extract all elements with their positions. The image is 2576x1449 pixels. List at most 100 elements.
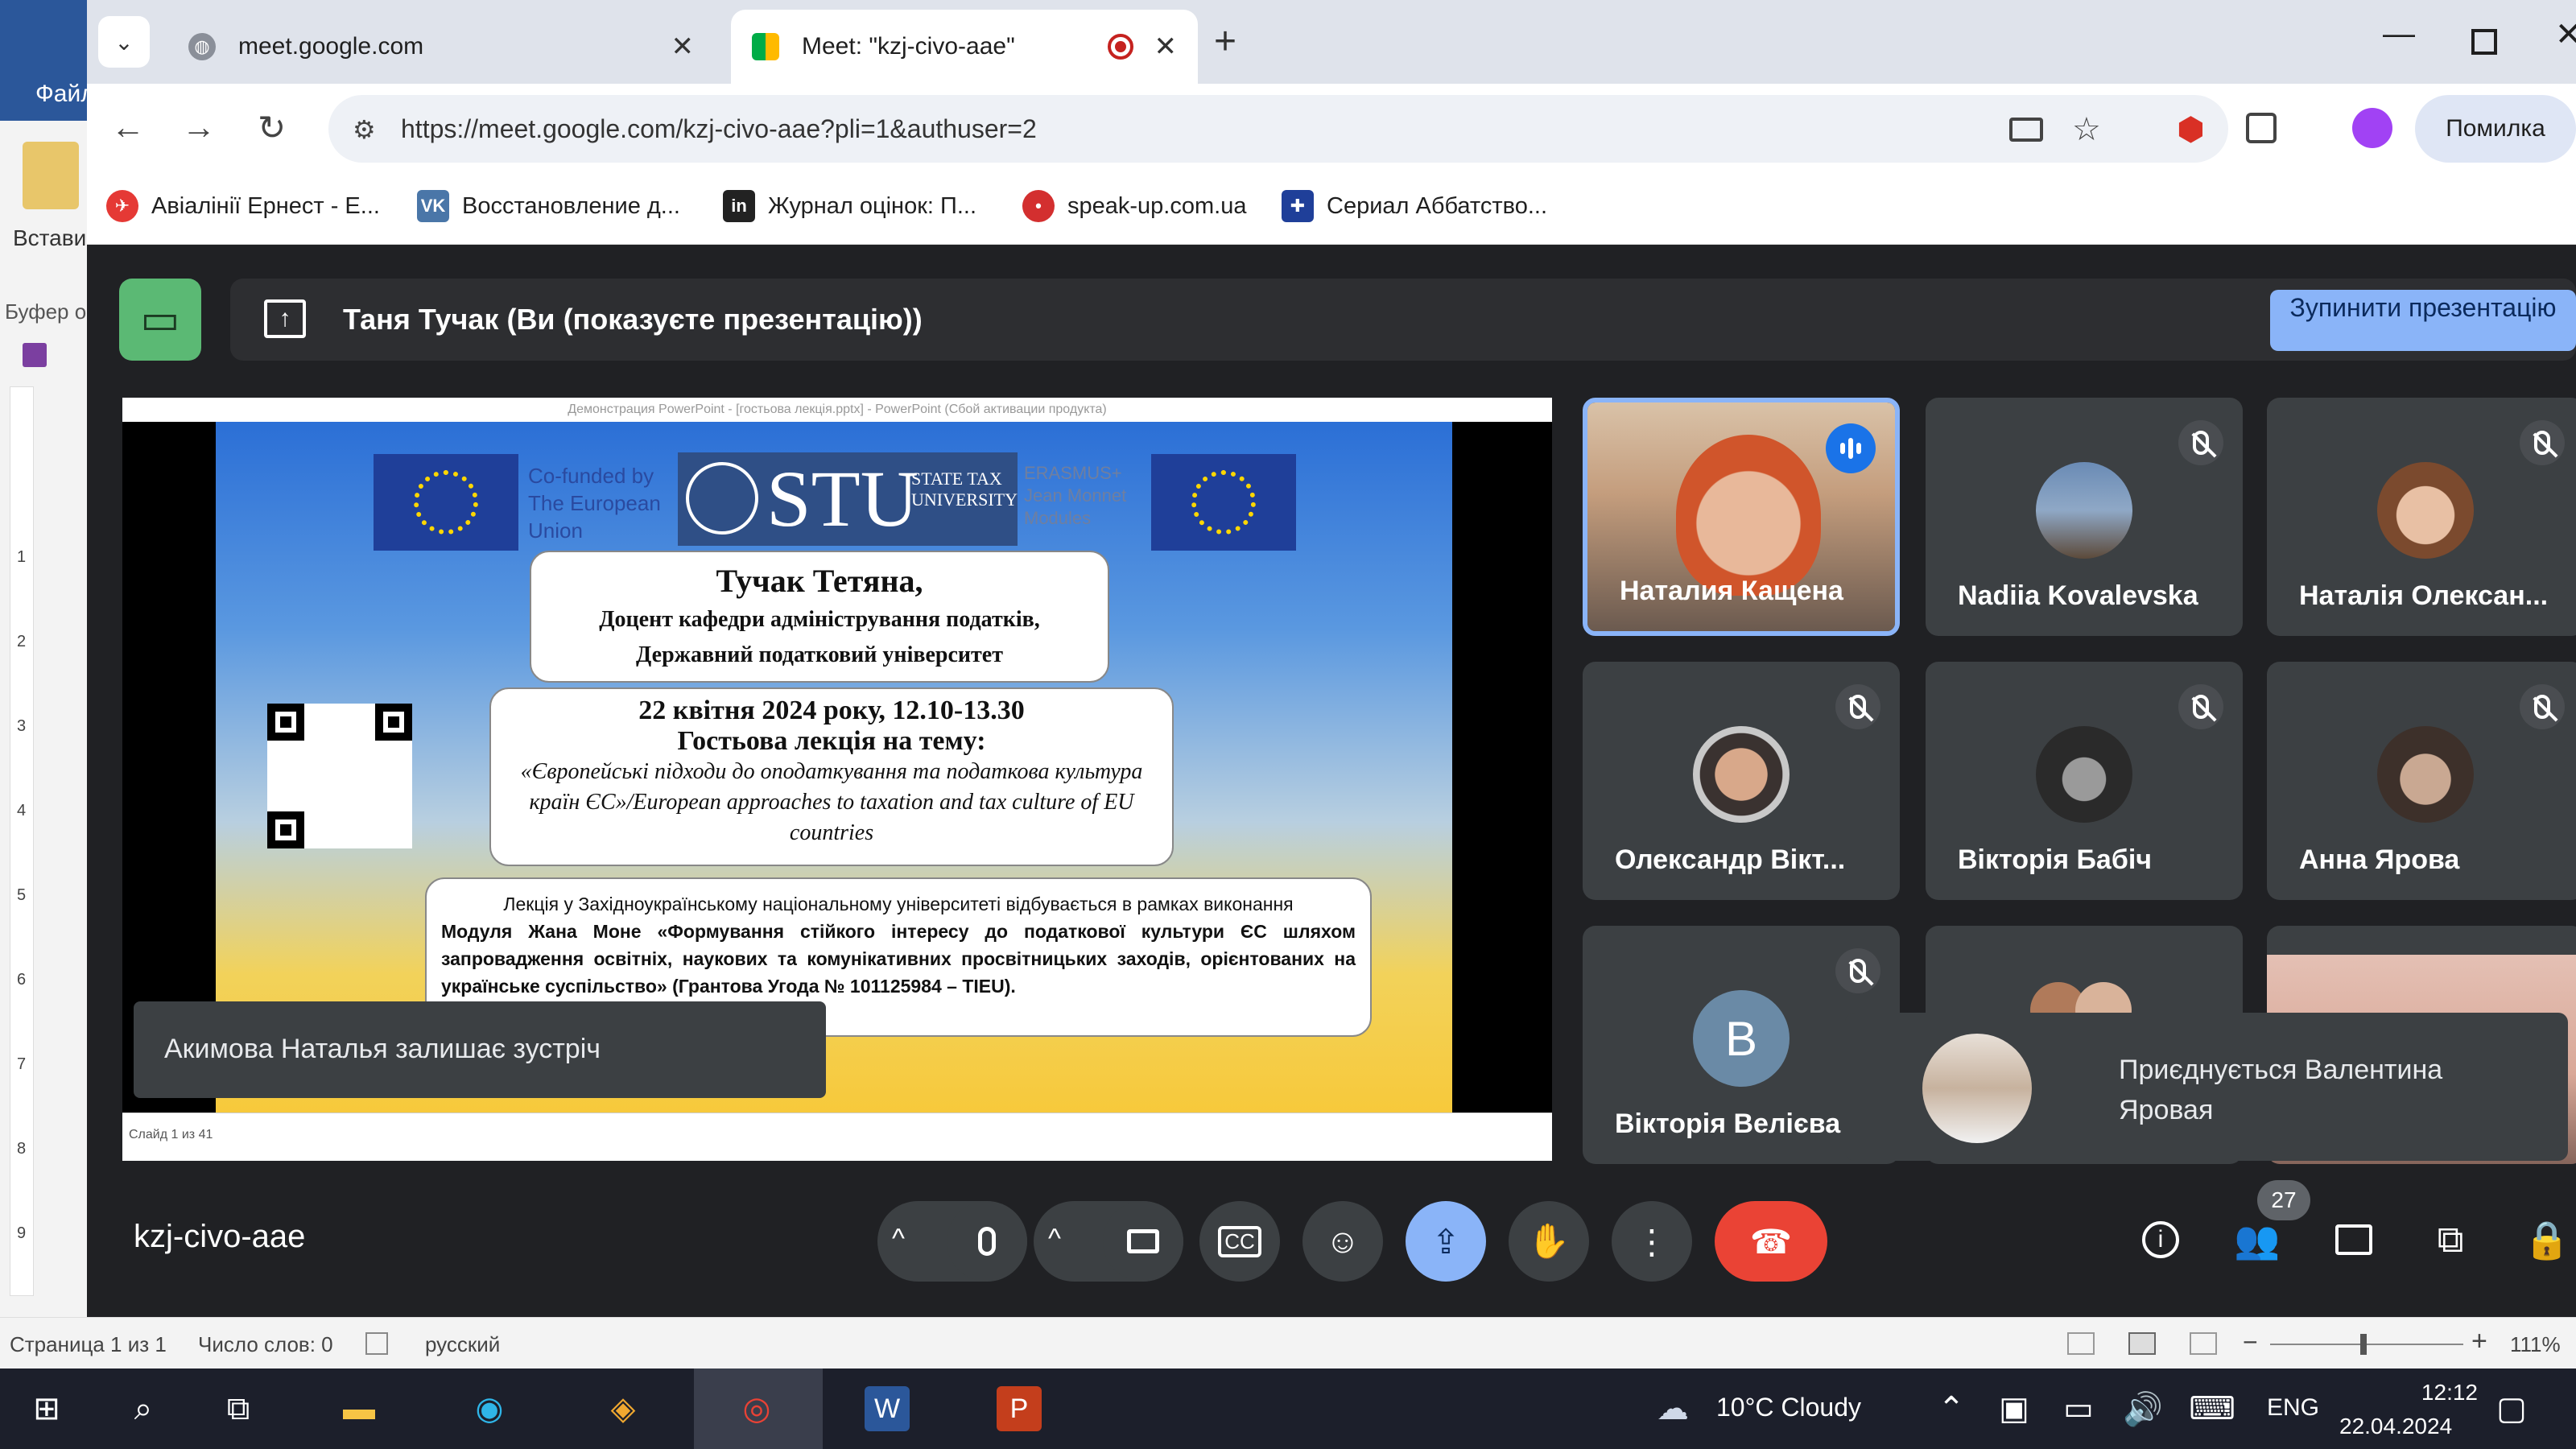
task-view-icon[interactable]: ⧉ [216, 1386, 261, 1431]
tab-meet-call[interactable]: Meet: "kzj-civo-aae" ✕ [731, 10, 1198, 84]
paste-label: Встави [13, 225, 87, 250]
avatar[interactable] [2352, 108, 2392, 148]
keyboard-icon[interactable]: ⌨ [2189, 1386, 2235, 1431]
language-indicator[interactable]: русский [425, 1332, 500, 1357]
end-call-button[interactable]: ☎ [1715, 1201, 1827, 1282]
powerpoint-icon[interactable]: P [997, 1386, 1042, 1431]
chevron-up-icon[interactable]: ^ [892, 1224, 905, 1255]
meeting-info-button[interactable]: i [2128, 1208, 2193, 1272]
camera-button[interactable] [1103, 1201, 1183, 1282]
join-notification-text: Приєднується Валентина Яровая [2119, 1055, 2443, 1125]
meet-tray-icon[interactable]: ▣ [1992, 1386, 2037, 1431]
ruler-number: 6 [17, 971, 27, 989]
word-file-menu[interactable]: Файл [35, 80, 95, 108]
notifications-icon[interactable]: ▢ [2489, 1386, 2534, 1431]
microphone-button[interactable] [947, 1201, 1027, 1282]
paste-icon[interactable] [23, 142, 79, 209]
present-button[interactable]: ⇪ [1406, 1201, 1486, 1282]
edge-icon[interactable]: ◉ [467, 1386, 512, 1431]
tab-search-button[interactable]: ⌄ [98, 16, 150, 68]
extensions-icon[interactable] [2246, 113, 2277, 143]
zoom-slider-thumb[interactable] [2360, 1334, 2367, 1355]
raise-hand-button[interactable]: ✋ [1509, 1201, 1589, 1282]
web-layout-icon[interactable] [2190, 1332, 2217, 1355]
ruler-number: 7 [17, 1055, 27, 1073]
ruler-number: 9 [17, 1224, 27, 1242]
close-window-icon[interactable]: ✕ [2555, 16, 2576, 53]
stop-presenting-button[interactable]: Зупинити презентацію [2270, 290, 2576, 351]
device-icon[interactable]: ▭ [119, 279, 201, 361]
search-icon[interactable]: ⌕ [121, 1386, 166, 1431]
save-icon[interactable] [23, 343, 47, 367]
zoom-level[interactable]: 111% [2510, 1332, 2561, 1357]
participant-tile[interactable]: Вікторія Бабіч [1926, 662, 2243, 900]
back-icon[interactable]: ← [111, 108, 145, 147]
host-controls-button[interactable]: 🔒 [2515, 1208, 2576, 1272]
print-layout-icon[interactable] [2128, 1332, 2156, 1355]
bookmark-item[interactable]: • speak-up.com.ua [1022, 190, 1246, 222]
reload-icon[interactable]: ↻ [258, 108, 286, 147]
zoom-out-icon[interactable]: − [2243, 1327, 2258, 1357]
more-options-button[interactable]: ⋮ [1612, 1201, 1692, 1282]
participant-tile[interactable]: Олександр Вікт... [1583, 662, 1900, 900]
minimize-icon[interactable]: — [2383, 16, 2415, 52]
browser-icon[interactable]: ◈ [601, 1386, 646, 1431]
presenter-university: Державний податковий університет [636, 642, 1003, 667]
bookmark-label: Авіалінії Ернест - Е... [151, 192, 380, 219]
cofunded-label: Co-funded by The European Union [528, 464, 661, 543]
site-settings-icon[interactable]: ⚙ [353, 114, 376, 145]
weather-text[interactable]: 10°C Cloudy [1716, 1393, 1861, 1422]
chevron-up-icon[interactable]: ^ [1048, 1224, 1061, 1255]
bookmark-item[interactable]: in Журнал оцінок: П... [723, 190, 976, 222]
address-bar[interactable]: ⚙ https://meet.google.com/kzj-civo-aae?p… [328, 95, 2228, 163]
chevron-up-icon[interactable]: ⌃ [1929, 1386, 1974, 1431]
clock-date[interactable]: 22.04.2024 [2339, 1414, 2452, 1439]
clock-time[interactable]: 12:12 [2349, 1380, 2478, 1406]
close-icon[interactable]: ✕ [671, 31, 695, 63]
battery-icon[interactable]: ▭ [2056, 1386, 2101, 1431]
bookmark-item[interactable]: VK Восстановление д... [417, 190, 680, 222]
profile-error-button[interactable]: Помилка [2415, 95, 2576, 163]
participant-name: Анна Ярова [2299, 844, 2460, 875]
chat-icon [2335, 1224, 2372, 1255]
eu-flag-icon [374, 454, 518, 551]
bookmark-item[interactable]: ✚ Сериал Аббатство... [1282, 190, 1547, 222]
close-icon[interactable]: ✕ [1154, 31, 1178, 63]
tab-meet-home[interactable]: ◍ meet.google.com ✕ [167, 10, 715, 84]
word-count[interactable]: Число слов: 0 [198, 1332, 333, 1357]
bookmark-star-icon[interactable]: ☆ [2072, 111, 2101, 148]
zoom-slider[interactable] [2270, 1344, 2463, 1345]
page-count[interactable]: Страница 1 из 1 [10, 1332, 167, 1357]
maximize-icon[interactable] [2471, 29, 2497, 55]
windows-start-icon[interactable]: ⊞ [24, 1386, 69, 1431]
new-tab-icon[interactable]: + [1214, 19, 1236, 64]
erasmus-label: ERASMUS+ Jean Monnet Modules [1024, 463, 1127, 528]
cloud-icon[interactable]: ☁ [1650, 1386, 1695, 1431]
reactions-button[interactable]: ☺ [1302, 1201, 1383, 1282]
avatar [1693, 726, 1790, 823]
forward-icon[interactable]: → [182, 108, 216, 147]
bookmark-item[interactable]: ✈ Авіалінії Ернест - Е... [106, 190, 380, 222]
university-seal-icon [686, 462, 758, 535]
participant-tile[interactable]: Анна Ярова [2267, 662, 2576, 900]
proofing-icon[interactable] [365, 1332, 388, 1355]
hand-icon: ✋ [1527, 1221, 1571, 1260]
chrome-icon[interactable]: ◎ [734, 1386, 779, 1431]
bookmark-label: Восстановление д... [462, 192, 680, 219]
read-mode-icon[interactable] [2067, 1332, 2095, 1355]
word-icon[interactable]: W [865, 1386, 910, 1431]
activities-button[interactable]: ⧉ [2418, 1208, 2483, 1272]
participant-tile[interactable]: Nadiia Kovalevska [1926, 398, 2243, 636]
language-indicator[interactable]: ENG [2267, 1394, 2319, 1422]
chat-button[interactable] [2322, 1208, 2386, 1272]
zoom-in-icon[interactable]: + [2471, 1326, 2487, 1357]
slide-counter: Слайд 1 из 41 [129, 1128, 213, 1141]
participant-tile[interactable]: Наталия Кащена [1583, 398, 1900, 636]
volume-icon[interactable]: 🔊 [2120, 1386, 2165, 1431]
shield-icon[interactable]: ⬢ [2177, 111, 2205, 148]
captions-button[interactable]: CC [1199, 1201, 1280, 1282]
participant-tile[interactable]: Наталія Олексан... [2267, 398, 2576, 636]
lock-person-icon: 🔒 [2524, 1218, 2570, 1261]
file-explorer-icon[interactable]: ▬ [336, 1386, 382, 1431]
camera-icon[interactable] [2009, 118, 2043, 142]
